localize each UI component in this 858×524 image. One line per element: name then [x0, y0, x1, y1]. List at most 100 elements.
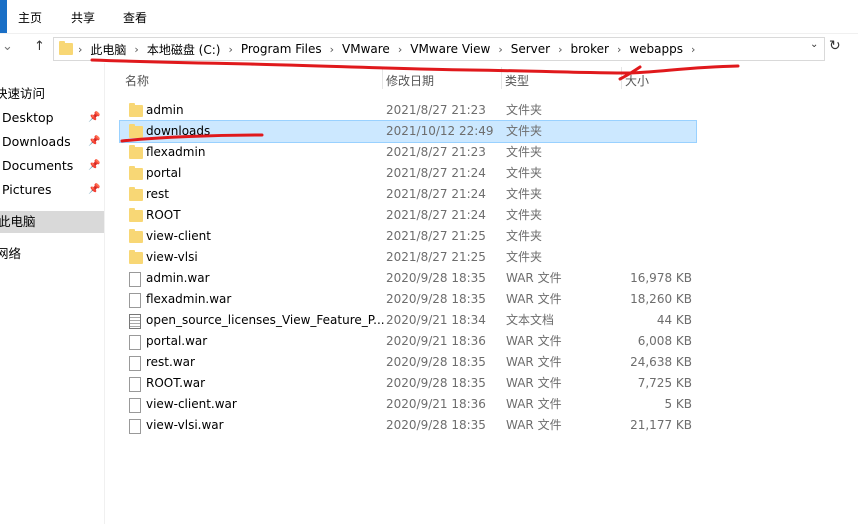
file-date: 2020/9/28 18:35 — [386, 418, 486, 432]
breadcrumb-item[interactable]: VMware — [336, 42, 396, 56]
file-type: 文件夹 — [506, 166, 543, 180]
chevron-right-icon[interactable]: › — [226, 43, 234, 56]
file-type: WAR 文件 — [506, 355, 562, 369]
file-list: 名称 修改日期 类型 大小 admin 2021/8/27 21:23 文件夹 dow… — [105, 63, 858, 524]
file-row[interactable]: view-vlsi 2021/8/27 21:25 文件夹 — [120, 247, 696, 268]
file-size: 18,260 KB — [630, 292, 692, 306]
file-size: 21,177 KB — [630, 418, 692, 432]
file-row[interactable]: ROOT.war 2020/9/28 18:35 WAR 文件 7,725 KB — [120, 373, 696, 394]
chevron-right-icon[interactable]: › — [396, 43, 404, 56]
file-type: 文件夹 — [506, 208, 543, 222]
file-size: 44 KB — [656, 313, 692, 327]
file-name: view-client — [146, 229, 211, 243]
file-row[interactable]: rest.war 2020/9/28 18:35 WAR 文件 24,638 KB — [120, 352, 696, 373]
file-name: view-vlsi — [146, 250, 198, 264]
file-type: 文件夹 — [506, 229, 543, 243]
file-name: view-client.war — [146, 397, 237, 411]
file-name: ROOT — [146, 208, 181, 222]
file-type: 文件夹 — [506, 124, 543, 138]
file-row[interactable]: flexadmin 2021/8/27 21:23 文件夹 — [120, 142, 696, 163]
file-row[interactable]: flexadmin.war 2020/9/28 18:35 WAR 文件 18,260… — [120, 289, 696, 310]
column-divider[interactable] — [621, 67, 622, 89]
file-row[interactable]: view-vlsi.war 2020/9/28 18:35 WAR 文件 21,177… — [120, 415, 696, 436]
column-name[interactable]: 名称 — [125, 72, 149, 89]
file-tab[interactable] — [0, 0, 7, 33]
chevron-right-icon[interactable]: › — [689, 43, 697, 56]
pin-icon[interactable]: 📌 — [88, 155, 100, 177]
column-date[interactable]: 修改日期 — [386, 72, 434, 89]
breadcrumb-item[interactable]: VMware View — [404, 42, 496, 56]
chevron-right-icon[interactable]: › — [132, 43, 140, 56]
sidebar-item[interactable]: Desktop 📌 — [0, 107, 104, 129]
file-date: 2020/9/21 18:34 — [386, 313, 486, 327]
column-size[interactable]: 大小 — [625, 72, 649, 89]
ribbon: 主页 共享 查看 — [0, 0, 858, 34]
sidebar-item[interactable]: Downloads 📌 — [0, 131, 104, 153]
file-row[interactable]: admin 2021/8/27 21:23 文件夹 — [120, 100, 696, 121]
chevron-right-icon[interactable]: › — [615, 43, 623, 56]
chevron-right-icon[interactable]: › — [328, 43, 336, 56]
file-row[interactable]: rest 2021/8/27 21:24 文件夹 — [120, 184, 696, 205]
breadcrumb-item[interactable]: broker — [564, 42, 614, 56]
tab-share[interactable]: 共享 — [71, 9, 95, 26]
file-row[interactable]: portal.war 2020/9/21 18:36 WAR 文件 6,008 KB — [120, 331, 696, 352]
file-type: WAR 文件 — [506, 376, 562, 390]
chevron-right-icon[interactable]: › — [496, 43, 504, 56]
column-divider[interactable] — [501, 67, 502, 89]
file-date: 2020/9/28 18:35 — [386, 355, 486, 369]
file-date: 2021/8/27 21:23 — [386, 145, 486, 159]
folder-icon — [129, 145, 143, 159]
breadcrumb-item[interactable]: 此电脑 — [84, 41, 132, 58]
chevron-right-icon[interactable]: › — [76, 43, 84, 56]
file-row[interactable]: view-client.war 2020/9/21 18:36 WAR 文件 5 KB — [120, 394, 696, 415]
sidebar-item[interactable]: 此电脑 — [0, 211, 104, 233]
breadcrumb-item[interactable]: Program Files — [235, 42, 328, 56]
file-type: 文件夹 — [506, 250, 543, 264]
sidebar-item[interactable]: 网络 — [0, 243, 104, 265]
file-icon — [129, 398, 141, 413]
tab-view[interactable]: 查看 — [123, 9, 147, 26]
file-row[interactable]: portal 2021/8/27 21:24 文件夹 — [120, 163, 696, 184]
sidebar-item[interactable]: Documents 📌 — [0, 155, 104, 177]
breadcrumb: › 此电脑 › 本地磁盘 (C:) › Program Files › VMware › VMwa… — [76, 38, 697, 60]
file-size: 24,638 KB — [630, 355, 692, 369]
file-size: 5 KB — [664, 397, 692, 411]
folder-icon — [129, 208, 143, 222]
tab-home[interactable]: 主页 — [18, 9, 42, 26]
sidebar-item[interactable]: 快速访问 — [0, 83, 104, 105]
address-bar[interactable]: › 此电脑 › 本地磁盘 (C:) › Program Files › VMware › VMwa… — [53, 37, 825, 61]
chevron-right-icon[interactable]: › — [556, 43, 564, 56]
file-date: 2020/9/28 18:35 — [386, 271, 486, 285]
sidebar-item-label: Documents — [2, 158, 74, 173]
address-dropdown-icon[interactable]: ⌄ — [810, 39, 818, 50]
file-date: 2021/8/27 21:24 — [386, 166, 486, 180]
pin-icon[interactable]: 📌 — [88, 179, 100, 201]
refresh-icon[interactable]: ↻ — [829, 38, 841, 54]
up-arrow-icon[interactable]: ↑ — [34, 39, 45, 54]
file-name: open_source_licenses_View_Feature_P... — [146, 313, 385, 327]
pin-icon[interactable]: 📌 — [88, 131, 100, 153]
file-row[interactable]: open_source_licenses_View_Feature_P... 20… — [120, 310, 696, 331]
file-type: WAR 文件 — [506, 418, 562, 432]
recent-locations-icon[interactable]: ⌄ — [2, 39, 13, 54]
file-icon — [129, 293, 141, 308]
file-date: 2021/8/27 21:23 — [386, 103, 486, 117]
file-size: 16,978 KB — [630, 271, 692, 285]
file-row[interactable]: ROOT 2021/8/27 21:24 文件夹 — [120, 205, 696, 226]
column-type[interactable]: 类型 — [505, 72, 529, 89]
sidebar-item-label: 快速访问 — [0, 86, 46, 101]
sidebar-item[interactable]: Pictures 📌 — [0, 179, 104, 201]
breadcrumb-item[interactable]: Server — [505, 42, 556, 56]
folder-icon — [129, 229, 143, 243]
pin-icon[interactable]: 📌 — [88, 107, 100, 129]
column-divider[interactable] — [382, 67, 383, 89]
file-type: 文本文档 — [506, 313, 555, 327]
breadcrumb-item[interactable]: webapps — [623, 42, 689, 56]
file-date: 2021/10/12 22:49 — [386, 124, 494, 138]
breadcrumb-item[interactable]: 本地磁盘 (C:) — [141, 41, 227, 58]
file-row[interactable]: view-client 2021/8/27 21:25 文件夹 — [120, 226, 696, 247]
file-date: 2020/9/28 18:35 — [386, 376, 486, 390]
file-row[interactable]: downloads 2021/10/12 22:49 文件夹 — [119, 120, 697, 143]
file-row[interactable]: admin.war 2020/9/28 18:35 WAR 文件 16,978 KB — [120, 268, 696, 289]
folder-icon — [129, 187, 143, 201]
